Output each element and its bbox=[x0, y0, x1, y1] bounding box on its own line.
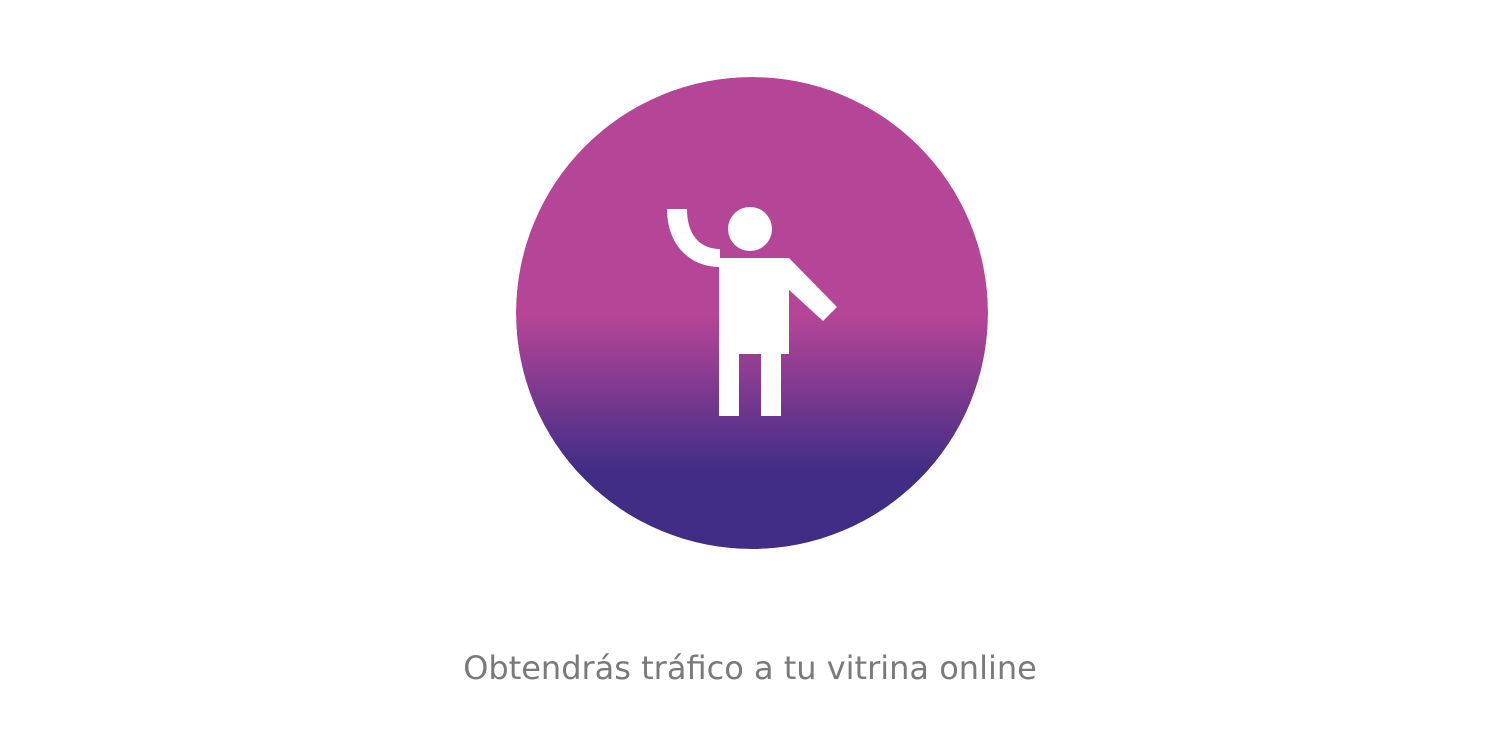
feature-card: Obtendrás tráfico a tu vitrina online bbox=[0, 0, 1500, 755]
feature-caption: Obtendrás tráfico a tu vitrina online bbox=[463, 649, 1037, 687]
feature-badge bbox=[516, 77, 988, 549]
